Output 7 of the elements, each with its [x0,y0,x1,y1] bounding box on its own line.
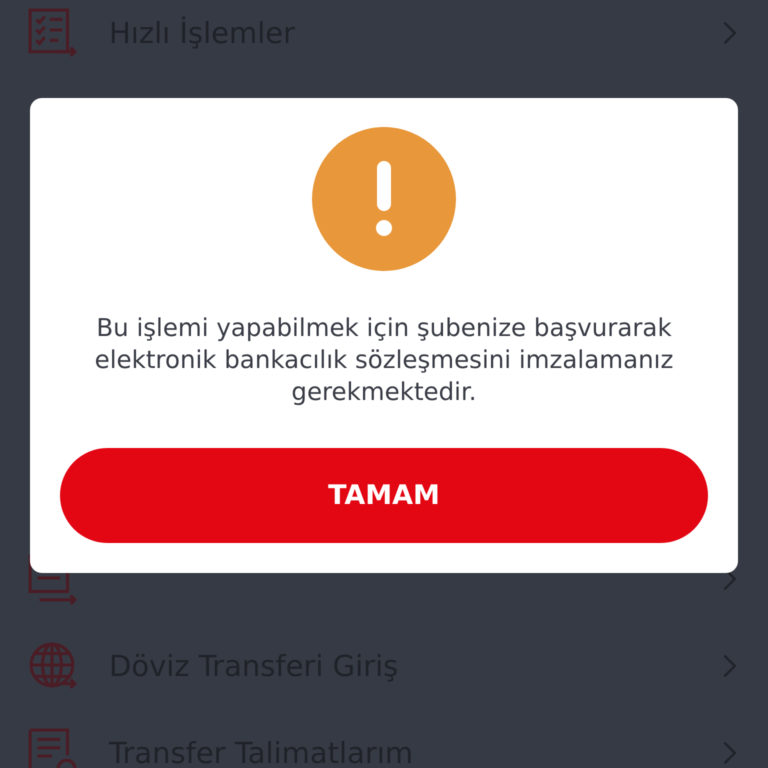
dialog-message: Bu işlemi yapabilmek için şubenize başvurarak elektronik bankacılık sözleşmesini imzalamanız gerekmektedir. [94,312,674,408]
globe-icon [27,640,79,692]
document-icon [27,726,79,768]
checklist-icon [27,7,79,59]
ok-button[interactable]: TAMAM [60,448,708,543]
warning-icon [312,127,456,271]
chevron-icon [722,19,738,47]
